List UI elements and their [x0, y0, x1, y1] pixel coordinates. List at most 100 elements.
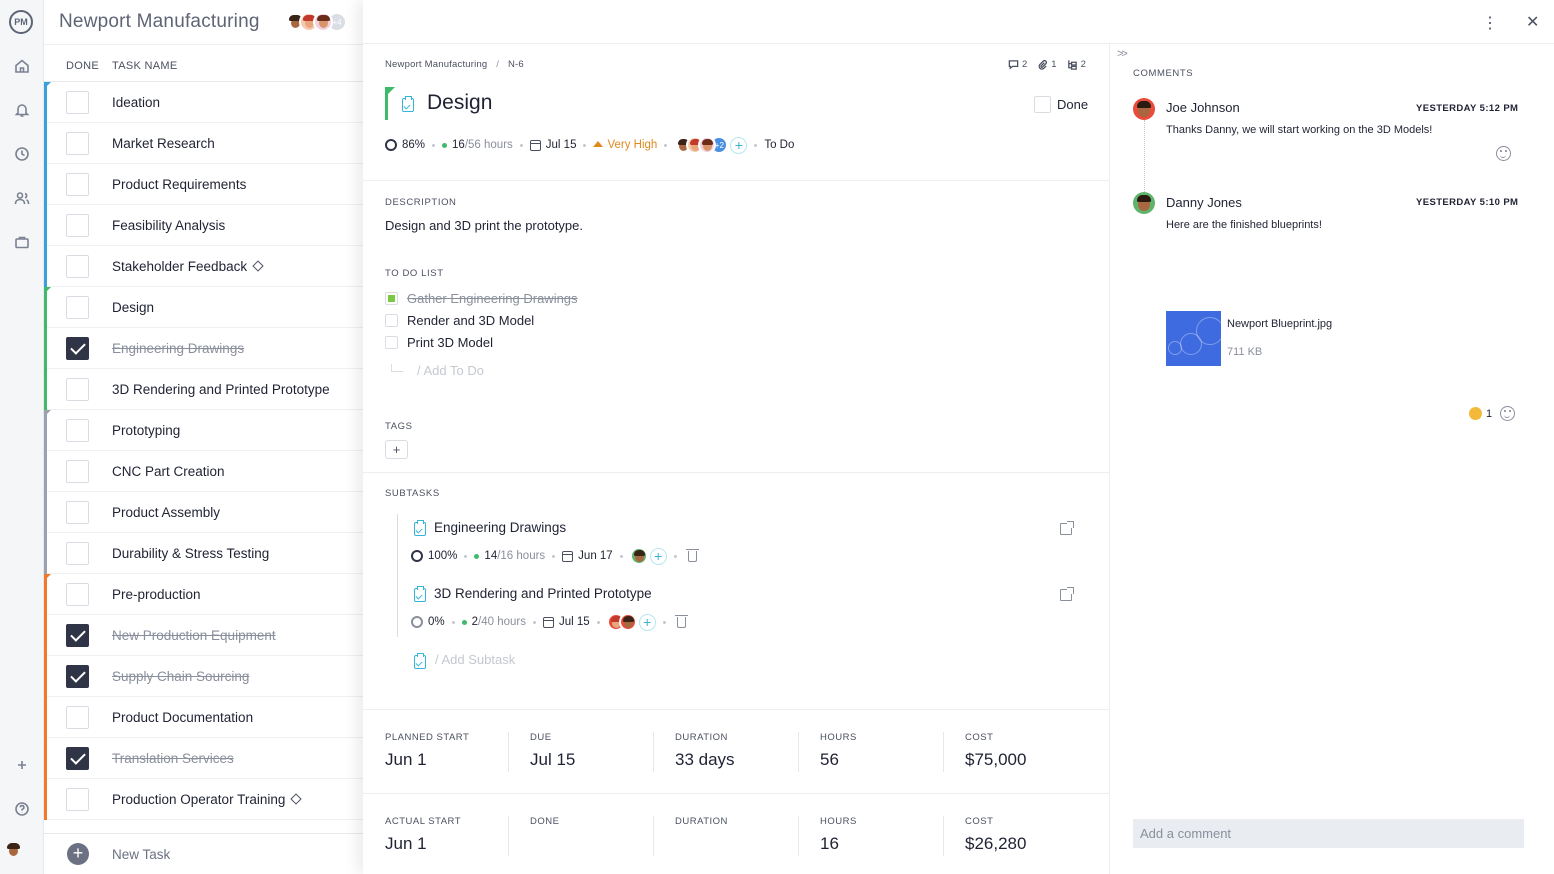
task-row[interactable]: Feasibility Analysis: [44, 205, 363, 246]
todo-item[interactable]: Print 3D Model: [385, 333, 493, 351]
cell-value[interactable]: 56: [820, 750, 839, 770]
open-external-icon[interactable]: [1060, 521, 1074, 535]
task-done-checkbox[interactable]: [66, 542, 89, 565]
todo-item[interactable]: Render and 3D Model: [385, 311, 534, 329]
task-row[interactable]: Product Requirements: [44, 164, 363, 205]
task-row[interactable]: Translation Services: [44, 738, 363, 779]
assignees[interactable]: +2 +: [674, 136, 748, 154]
task-name[interactable]: Product Assembly: [112, 505, 220, 520]
task-row[interactable]: CNC Part Creation: [44, 451, 363, 492]
task-row[interactable]: Ideation: [44, 82, 363, 123]
cell-value[interactable]: Jun 1: [385, 750, 427, 770]
briefcase-icon[interactable]: [12, 232, 32, 252]
task-done-checkbox[interactable]: [66, 419, 89, 442]
task-name[interactable]: Translation Services: [112, 751, 234, 766]
task-row[interactable]: Pre-production: [44, 574, 363, 615]
subtask-progress[interactable]: 0%: [428, 616, 445, 628]
progress-value[interactable]: 86%: [402, 139, 425, 151]
notification-icon[interactable]: [12, 100, 32, 120]
clock-icon[interactable]: [12, 144, 32, 164]
subtask-progress[interactable]: 100%: [428, 550, 457, 562]
task-name[interactable]: CNC Part Creation: [112, 464, 225, 479]
todo-item[interactable]: Gather Engineering Drawings: [385, 289, 578, 307]
delete-icon[interactable]: [674, 614, 688, 628]
todo-checkbox[interactable]: [385, 335, 398, 349]
add-reaction-icon[interactable]: [1500, 406, 1516, 421]
task-done-checkbox[interactable]: [66, 132, 89, 155]
task-row[interactable]: 3D Rendering and Printed Prototype: [44, 369, 363, 410]
people-icon[interactable]: [12, 188, 32, 208]
add-assignee-icon[interactable]: +: [649, 547, 667, 565]
cell-value[interactable]: Jul 15: [530, 750, 575, 770]
task-done-checkbox[interactable]: [66, 173, 89, 196]
cell-value[interactable]: 33 days: [675, 750, 735, 770]
task-row[interactable]: Product Assembly: [44, 492, 363, 533]
date-cost-cell[interactable]: PLANNED START Jun 1: [363, 710, 508, 794]
task-row[interactable]: Market Research: [44, 123, 363, 164]
task-name[interactable]: 3D Rendering and Printed Prototype: [112, 382, 330, 397]
task-name[interactable]: Engineering Drawings: [112, 341, 244, 356]
todo-text[interactable]: Gather Engineering Drawings: [407, 291, 578, 306]
task-done-checkbox[interactable]: [66, 255, 89, 278]
task-done-checkbox[interactable]: [66, 296, 89, 319]
task-name[interactable]: Ideation: [112, 95, 160, 110]
task-done-checkbox[interactable]: [66, 624, 89, 647]
task-row[interactable]: Design: [44, 287, 363, 328]
subtask-due[interactable]: Jul 15: [559, 616, 590, 628]
hours-done[interactable]: 16: [452, 139, 465, 151]
task-row[interactable]: New Production Equipment: [44, 615, 363, 656]
date-cost-cell[interactable]: COST $26,280: [943, 794, 1088, 874]
task-done-checkbox[interactable]: [66, 665, 89, 688]
task-done-checkbox[interactable]: [66, 706, 89, 729]
task-name[interactable]: Prototyping: [112, 423, 180, 438]
date-cost-cell[interactable]: DUE Jul 15: [508, 710, 653, 794]
status-value[interactable]: To Do: [764, 139, 794, 151]
help-icon[interactable]: [12, 799, 32, 819]
task-name[interactable]: Product Documentation: [112, 710, 253, 725]
reaction[interactable]: 1: [1469, 406, 1516, 421]
date-cost-cell[interactable]: COST $75,000: [943, 710, 1088, 794]
more-options-icon[interactable]: ⋮: [1482, 13, 1498, 33]
task-done-checkbox[interactable]: [66, 337, 89, 360]
task-name[interactable]: Market Research: [112, 136, 215, 151]
attachment-count[interactable]: 1: [1037, 59, 1057, 70]
project-title[interactable]: Newport Manufacturing: [59, 11, 260, 33]
date-cost-cell[interactable]: DURATION 33 days: [653, 710, 798, 794]
todo-text[interactable]: Print 3D Model: [407, 335, 493, 350]
task-name[interactable]: Stakeholder Feedback: [112, 259, 264, 274]
add-assignee-icon[interactable]: +: [730, 136, 748, 154]
subtask-assignees[interactable]: +: [606, 613, 656, 631]
todo-checkbox[interactable]: [385, 291, 398, 305]
close-icon[interactable]: ✕: [1526, 12, 1539, 32]
due-date[interactable]: Jul 15: [546, 139, 577, 151]
task-row[interactable]: Product Documentation: [44, 697, 363, 738]
task-row[interactable]: Engineering Drawings: [44, 328, 363, 369]
subtask-title[interactable]: Engineering Drawings: [434, 520, 566, 535]
priority[interactable]: Very High: [593, 139, 657, 151]
task-row[interactable]: Durability & Stress Testing: [44, 533, 363, 574]
breadcrumb-project[interactable]: Newport Manufacturing: [385, 59, 487, 70]
task-name[interactable]: New Production Equipment: [112, 628, 276, 643]
project-members[interactable]: +4: [285, 12, 347, 32]
delete-icon[interactable]: [685, 548, 699, 562]
comment-count[interactable]: 2: [1008, 59, 1027, 70]
task-title[interactable]: Design: [427, 91, 492, 115]
task-name[interactable]: Product Requirements: [112, 177, 246, 192]
task-done-checkbox[interactable]: [66, 788, 89, 811]
task-row[interactable]: Prototyping: [44, 410, 363, 451]
add-reaction-icon[interactable]: [1496, 146, 1511, 161]
date-cost-cell[interactable]: DONE: [508, 794, 653, 874]
task-done-checkbox[interactable]: [66, 460, 89, 483]
task-name[interactable]: Durability & Stress Testing: [112, 546, 269, 561]
date-cost-cell[interactable]: HOURS 16: [798, 794, 943, 874]
home-icon[interactable]: [12, 56, 32, 76]
description-text[interactable]: Design and 3D print the prototype.: [385, 218, 583, 233]
attachment-thumbnail[interactable]: [1166, 311, 1221, 366]
attachment-name[interactable]: Newport Blueprint.jpg: [1227, 318, 1332, 330]
task-done-checkbox[interactable]: [66, 91, 89, 114]
task-row[interactable]: Production Operator Training: [44, 779, 363, 820]
task-name[interactable]: Feasibility Analysis: [112, 218, 225, 233]
todo-checkbox[interactable]: [385, 313, 398, 327]
open-external-icon[interactable]: [1060, 587, 1074, 601]
task-done-checkbox[interactable]: [66, 214, 89, 237]
